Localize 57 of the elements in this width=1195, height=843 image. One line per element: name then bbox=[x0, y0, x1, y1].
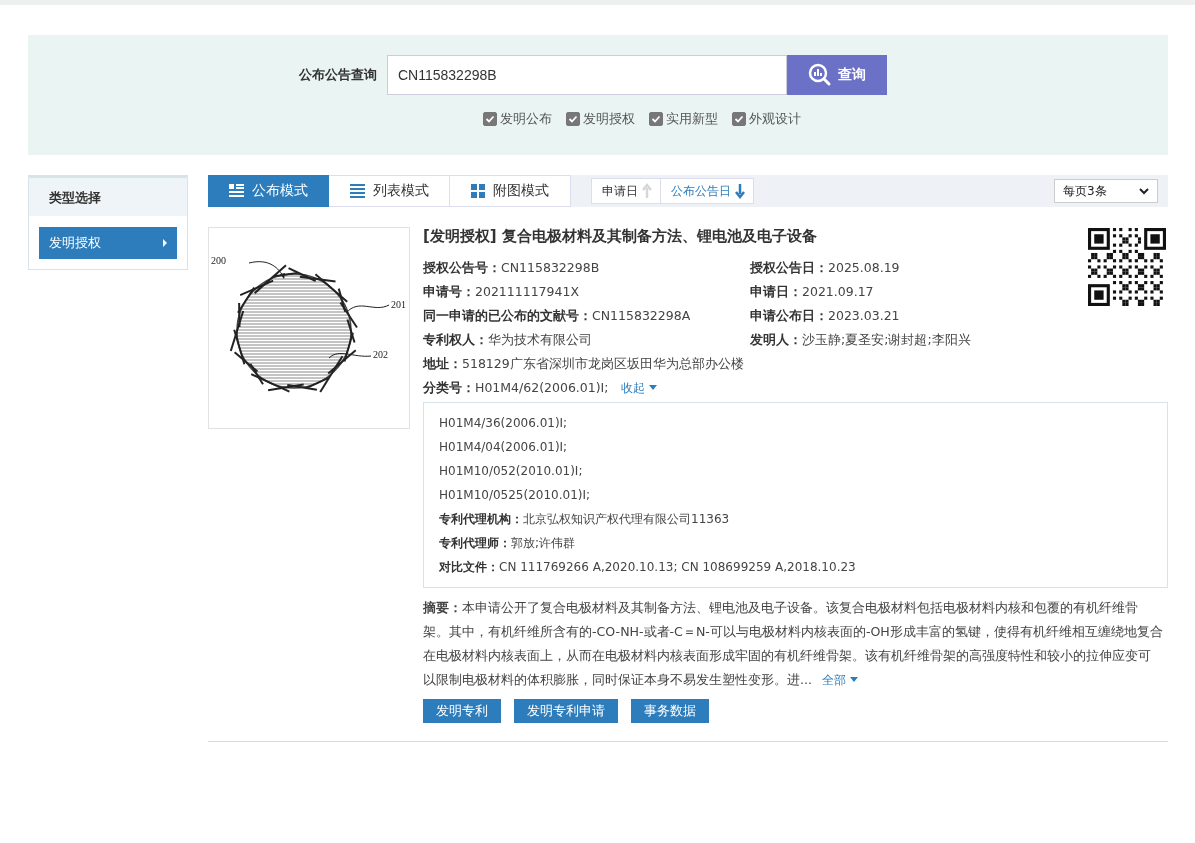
search-button[interactable]: 查询 bbox=[787, 55, 887, 95]
field-text: 授权公告号：CN115832298B bbox=[423, 259, 601, 277]
view-tab[interactable]: 附图模式 bbox=[450, 175, 571, 207]
field-text: 发明人：沙玉静;夏圣安;谢封超;李阳兴 bbox=[750, 331, 972, 349]
action-button[interactable]: 事务数据 bbox=[631, 699, 709, 723]
action-button[interactable]: 发明专利 bbox=[423, 699, 501, 723]
checkbox-label[interactable]: 发明授权 bbox=[583, 110, 635, 128]
field-text: 申请日：2021.09.17 bbox=[750, 283, 875, 301]
collapse-link[interactable]: 收起 bbox=[620, 379, 657, 397]
search-icon bbox=[808, 63, 832, 87]
field-text: 授权公告日：2025.08.19 bbox=[750, 259, 901, 277]
action-button[interactable]: 发明专利申请 bbox=[514, 699, 618, 723]
field-text: 申请号：202111117941X bbox=[423, 283, 580, 301]
detail-text: 专利代理师：郭放;许伟群 bbox=[439, 535, 577, 552]
up-arrow-icon bbox=[642, 183, 652, 199]
checkbox[interactable] bbox=[732, 112, 746, 126]
sidebar-item[interactable]: 发明授权 bbox=[39, 227, 177, 259]
checkbox[interactable] bbox=[483, 112, 497, 126]
search-field[interactable]: CN115832298B bbox=[387, 55, 787, 95]
sidebar-title: 类型选择 bbox=[29, 176, 187, 216]
chevron-down-icon bbox=[1139, 187, 1149, 195]
sort-button[interactable]: 公布公告日 bbox=[661, 178, 754, 204]
checkmark-icon bbox=[568, 114, 578, 124]
checkbox-label[interactable]: 发明公布 bbox=[500, 110, 552, 128]
sort-button[interactable]: 申请日 bbox=[591, 178, 661, 204]
detail-view-icon bbox=[228, 184, 244, 198]
detail-text: 专利代理机构：北京弘权知识产权代理有限公司11363 bbox=[439, 511, 731, 528]
detail-text: H01M10/052(2010.01)I; bbox=[439, 463, 584, 480]
checkbox[interactable] bbox=[566, 112, 580, 126]
list-view-icon bbox=[349, 184, 365, 198]
page-size-select[interactable]: 每页3条 bbox=[1054, 179, 1158, 203]
checkbox-label[interactable]: 外观设计 bbox=[749, 110, 801, 128]
field-text: 同一申请的已公布的文献号：CN115832298A bbox=[423, 307, 692, 325]
detail-text: 对比文件：CN 111769266 A,2020.10.13; CN 108699259 A,2018.10.23 bbox=[439, 559, 857, 576]
field-text: 申请公布日：2023.03.21 bbox=[750, 307, 901, 325]
checkmark-icon bbox=[485, 114, 495, 124]
patent-title[interactable]: [发明授权] 复合电极材料及其制备方法、锂电池及电子设备 bbox=[423, 227, 817, 246]
address-text: 地址：518129广东省深圳市龙岗区坂田华为总部办公楼 bbox=[423, 355, 745, 373]
detail-text: H01M10/0525(2010.01)I; bbox=[439, 487, 592, 504]
checkbox[interactable] bbox=[649, 112, 663, 126]
grid-view-icon bbox=[471, 184, 485, 198]
view-tab[interactable]: 列表模式 bbox=[329, 175, 450, 207]
checkmark-icon bbox=[734, 114, 744, 124]
qr-code-icon bbox=[1088, 228, 1166, 306]
checkbox-label[interactable]: 实用新型 bbox=[666, 110, 718, 128]
detail-text: H01M4/36(2006.01)I; bbox=[439, 415, 569, 432]
patent-figure-thumbnail[interactable]: 200 201 202 bbox=[208, 227, 410, 429]
search-label: 公布公告查询 bbox=[299, 66, 377, 84]
abstract-paragraph: 摘要：本申请公开了复合电极材料及其制备方法、锂电池及电子设备。该复合电极材料包括电极材料内核和包覆的有机纤维骨架。其中，有机纤维所含有的-CO-NH-或者-C＝N-可以与电极材料内核表面的-OH形成丰富的氢键，使得有机纤维相互缠绕地复合在电极材料内核表面上，从而在电极材料内核表面形成牢固的有机纤维骨架。该有机纤维骨架的高强度特性和较小的拉伸应变可以限制电极材料的体积膨胀，同时保证本身不易发生塑性变形。进... 全部 bbox=[423, 596, 1163, 692]
expand-link[interactable]: 全部 bbox=[822, 668, 858, 692]
caret-down-icon bbox=[850, 677, 858, 683]
field-text: 专利权人：华为技术有限公司 bbox=[423, 331, 593, 349]
detail-text: H01M4/04(2006.01)I; bbox=[439, 439, 569, 456]
view-tab[interactable]: 公布模式 bbox=[208, 175, 329, 207]
classification-text: 分类号：H01M4/62(2006.01)I; bbox=[423, 379, 609, 397]
checkmark-icon bbox=[651, 114, 661, 124]
down-arrow-icon bbox=[735, 183, 745, 199]
